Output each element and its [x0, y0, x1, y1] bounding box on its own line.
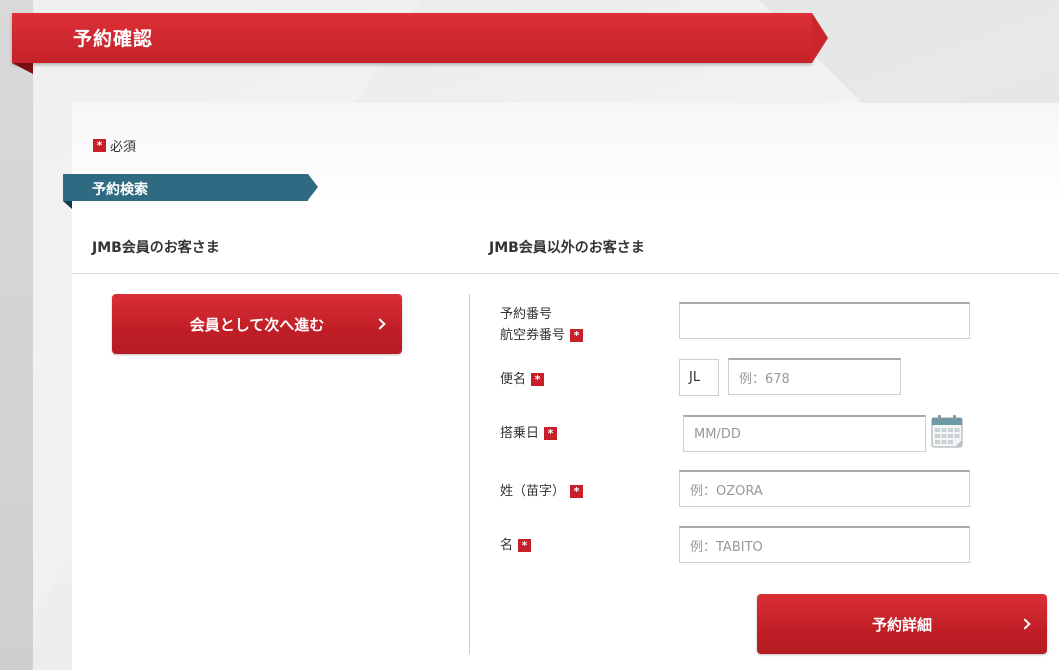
firstname-input[interactable]: 例：TABITO [679, 526, 970, 563]
booking-details-label: 予約詳細 [871, 615, 932, 634]
required-mark-icon: * [531, 373, 545, 386]
boarding-date-label: 搭乗日 * [500, 423, 558, 444]
flight-label: 便名 * [500, 369, 545, 390]
title-ribbon-arrow [812, 13, 828, 63]
column-divider [469, 294, 470, 654]
lastname-label: 姓（苗字） * [500, 481, 584, 502]
left-strip [0, 0, 33, 670]
required-mark-icon: * [518, 539, 532, 552]
page-title: 予約確認 [73, 28, 154, 50]
required-mark-icon: * [544, 427, 558, 440]
firstname-label-text: 名 [500, 538, 514, 553]
member-column-heading: JMB会員のお客さま [92, 240, 220, 256]
section-ribbon-fold [63, 201, 72, 209]
required-mark-icon: * [570, 329, 584, 342]
lastname-input[interactable]: 例：OZORA [679, 470, 970, 507]
boarding-date-input[interactable]: MM/DD [683, 415, 926, 452]
booking-number-label: 予約番号 航空券番号 * [500, 304, 584, 346]
nonmember-column-heading: JMB会員以外のお客さま [489, 240, 645, 256]
title-ribbon-fold [12, 63, 33, 74]
booking-number-label-line1: 予約番号 [500, 307, 553, 322]
member-continue-button[interactable]: 会員として次へ進む [112, 294, 402, 354]
boarding-date-label-text: 搭乗日 [500, 426, 540, 441]
required-legend: * 必須 [93, 136, 136, 155]
section-ribbon-arrow [308, 174, 318, 200]
page: 予約確認 * 必須 予約検索 JMB会員のお客さま JMB会員以外のお客さま 会… [0, 0, 1059, 670]
firstname-label: 名 * [500, 535, 532, 556]
flight-number-input[interactable]: 例：678 [728, 358, 901, 395]
booking-number-input[interactable] [679, 302, 970, 339]
booking-details-button[interactable]: 予約詳細 [757, 594, 1047, 654]
required-mark-icon: * [570, 485, 584, 498]
required-mark-icon: * [93, 139, 106, 152]
section-title: 予約検索 [92, 182, 148, 198]
required-legend-label: 必須 [110, 140, 137, 155]
chevron-right-icon [1019, 618, 1031, 630]
chevron-right-icon [374, 318, 386, 330]
calendar-icon[interactable] [931, 414, 963, 448]
ticket-number-label: 航空券番号 [500, 328, 566, 343]
header-divider [72, 273, 1059, 274]
flight-label-text: 便名 [500, 372, 527, 387]
lastname-label-text: 姓（苗字） [500, 484, 566, 499]
flight-prefix: JL [679, 359, 719, 396]
member-continue-label: 会員として次へ進む [189, 315, 325, 334]
